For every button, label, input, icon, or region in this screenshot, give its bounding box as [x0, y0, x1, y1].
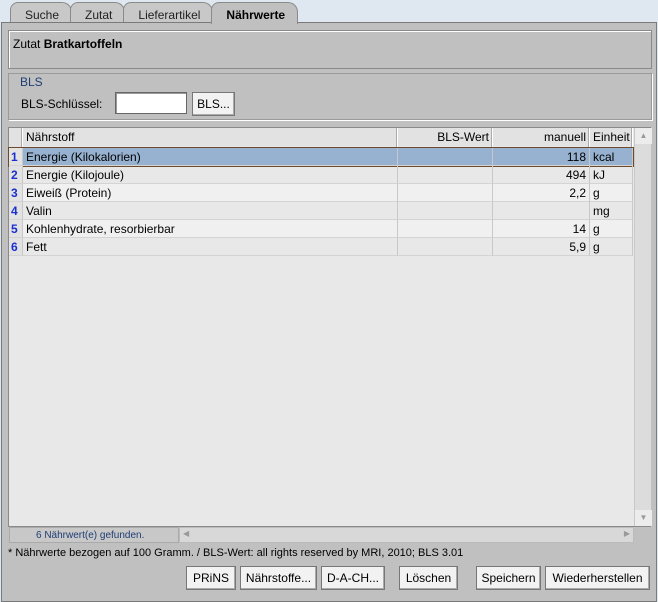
cell-bls-wert[interactable]	[398, 238, 493, 256]
ingredient-header: Zutat Bratkartoffeln	[8, 30, 652, 69]
header-manuell[interactable]: manuell	[493, 128, 590, 148]
scroll-left-icon[interactable]: ◀	[183, 529, 189, 538]
horizontal-scrollbar[interactable]: ◀ ▶	[179, 527, 634, 543]
cell-naehrstoff[interactable]: Eiweiß (Protein)	[23, 184, 398, 202]
speichern-button[interactable]: Speichern	[476, 566, 541, 590]
row-number[interactable]: 5	[9, 220, 23, 238]
cell-manuell[interactable]: 118	[493, 148, 590, 166]
naehrwerte-panel: Zutat Bratkartoffeln BLS BLS-Schlüssel: …	[1, 22, 657, 602]
cell-einheit[interactable]: mg	[590, 202, 633, 220]
dach-button[interactable]: D-A-CH...	[321, 566, 385, 590]
table-row[interactable]: 2 Energie (Kilojoule) 494 kJ	[9, 166, 633, 184]
prins-button[interactable]: PRiNS	[186, 566, 236, 590]
cell-einheit[interactable]: g	[590, 238, 633, 256]
row-number[interactable]: 4	[9, 202, 23, 220]
cell-naehrstoff[interactable]: Energie (Kilokalorien)	[23, 148, 398, 166]
bls-fieldset: BLS BLS-Schlüssel: BLS...	[8, 73, 652, 120]
cell-einheit[interactable]: kcal	[590, 148, 633, 166]
cell-bls-wert[interactable]	[398, 202, 493, 220]
cell-bls-wert[interactable]	[398, 220, 493, 238]
wiederherstellen-button[interactable]: Wiederherstellen	[545, 566, 650, 590]
vertical-scrollbar[interactable]: ▲ ▼	[634, 128, 652, 526]
tab-naehrwerte[interactable]: Nährwerte	[211, 2, 299, 24]
naehrstoffe-button[interactable]: Nährstoffe...	[240, 566, 317, 590]
cell-einheit[interactable]: kJ	[590, 166, 633, 184]
cell-manuell[interactable]: 5,9	[493, 238, 590, 256]
cell-manuell[interactable]: 2,2	[493, 184, 590, 202]
header-bls-wert[interactable]: BLS-Wert	[398, 128, 493, 148]
bls-legend: BLS	[20, 75, 43, 89]
cell-naehrstoff[interactable]: Fett	[23, 238, 398, 256]
bls-key-input[interactable]	[115, 92, 187, 114]
cell-bls-wert[interactable]	[398, 148, 493, 166]
cell-manuell[interactable]	[493, 202, 590, 220]
nutrient-table: Nährstoff BLS-Wert manuell Einheit 1 Ener…	[8, 127, 652, 527]
footnote: * Nährwerte bezogen auf 100 Gramm. / BLS…	[8, 547, 464, 559]
table-row[interactable]: 4 Valin mg	[9, 202, 633, 220]
row-number[interactable]: 6	[9, 238, 23, 256]
tab-suche[interactable]: Suche	[10, 2, 73, 23]
row-number[interactable]: 3	[9, 184, 23, 202]
table-row[interactable]: 6 Fett 5,9 g	[9, 238, 633, 256]
tab-bar: Suche Zutat Lieferartikel Nährwerte	[10, 2, 299, 24]
cell-naehrstoff[interactable]: Kohlenhydrate, resorbierbar	[23, 220, 398, 238]
cell-manuell[interactable]: 14	[493, 220, 590, 238]
scroll-up-icon[interactable]: ▲	[635, 128, 652, 144]
table-row[interactable]: 1 Energie (Kilokalorien) 118 kcal	[8, 147, 634, 167]
tab-lieferartikel[interactable]: Lieferartikel	[123, 2, 214, 23]
cell-einheit[interactable]: g	[590, 184, 633, 202]
cell-bls-wert[interactable]	[398, 184, 493, 202]
bls-key-label: BLS-Schlüssel:	[21, 97, 103, 111]
cell-einheit[interactable]: g	[590, 220, 633, 238]
header-naehrstoff[interactable]: Nährstoff	[23, 128, 398, 148]
ingredient-prefix: Zutat	[13, 37, 41, 51]
scroll-right-icon[interactable]: ▶	[624, 529, 630, 538]
header-einheit[interactable]: Einheit	[590, 128, 633, 148]
cell-manuell[interactable]: 494	[493, 166, 590, 184]
table-row[interactable]: 5 Kohlenhydrate, resorbierbar 14 g	[9, 220, 633, 238]
scroll-down-icon[interactable]: ▼	[635, 510, 652, 526]
table-header: Nährstoff BLS-Wert manuell Einheit	[9, 128, 633, 148]
bls-button[interactable]: BLS...	[192, 92, 235, 116]
table-row[interactable]: 3 Eiweiß (Protein) 2,2 g	[9, 184, 633, 202]
row-number[interactable]: 2	[9, 166, 23, 184]
status-text: 6 Nährwert(e) gefunden.	[9, 527, 179, 543]
cell-naehrstoff[interactable]: Energie (Kilojoule)	[23, 166, 398, 184]
cell-bls-wert[interactable]	[398, 166, 493, 184]
tab-zutat[interactable]: Zutat	[70, 2, 126, 23]
loeschen-button[interactable]: Löschen	[399, 566, 458, 590]
header-rownum	[9, 128, 23, 148]
ingredient-name: Bratkartoffeln	[43, 37, 123, 51]
cell-naehrstoff[interactable]: Valin	[23, 202, 398, 220]
row-number[interactable]: 1	[9, 148, 23, 166]
